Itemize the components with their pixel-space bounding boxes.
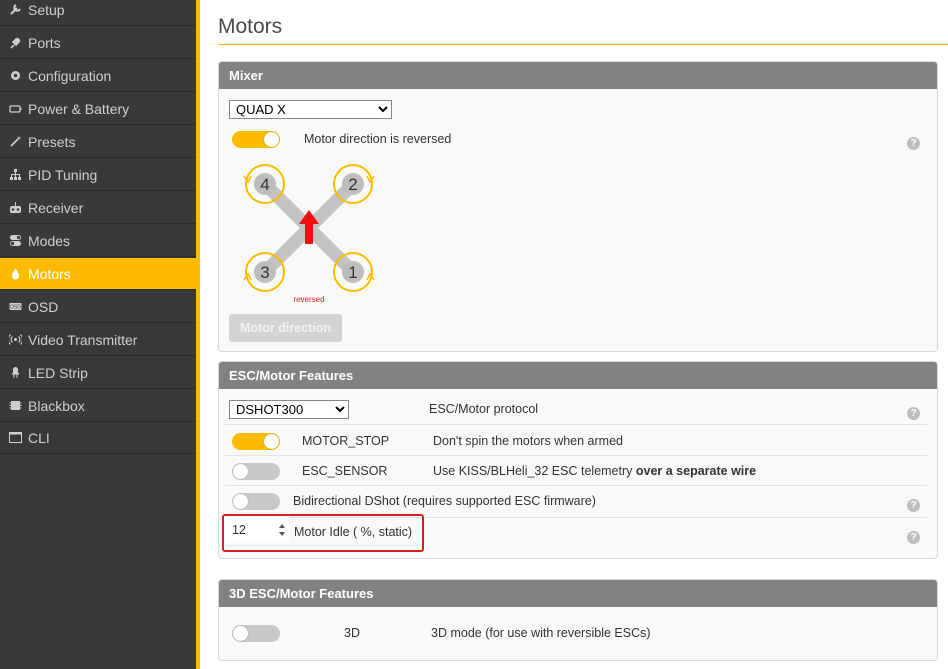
esc-protocol-select[interactable]: DSHOT300 bbox=[229, 400, 349, 419]
sidebar-item-label: Modes bbox=[28, 232, 71, 249]
magic-icon bbox=[8, 135, 22, 149]
motor-stop-description: Don't spin the motors when armed bbox=[433, 434, 623, 448]
esc-3d-heading: 3D ESC/Motor Features bbox=[219, 580, 937, 607]
motor-3-number: 3 bbox=[260, 263, 269, 282]
sidebar-item-label: PID Tuning bbox=[28, 166, 98, 183]
sidebar-accent-edge bbox=[196, 0, 200, 669]
sidebar-item-label: Presets bbox=[28, 133, 76, 150]
title-underline bbox=[218, 44, 948, 45]
reversed-caption: reversed bbox=[293, 295, 324, 304]
esc-sensor-description: Use KISS/BLHeli_32 ESC telemetry over a … bbox=[433, 464, 756, 478]
sidebar-item-blackbox[interactable]: Blackbox bbox=[0, 390, 196, 422]
sidebar-item-osd[interactable]: OSD OSD bbox=[0, 291, 196, 323]
plug-icon bbox=[8, 36, 22, 50]
toggle-icon bbox=[8, 234, 22, 248]
mixer-panel: Mixer QUAD X Motor direction is reversed… bbox=[218, 61, 938, 352]
mixer-type-select[interactable]: QUAD X bbox=[229, 100, 392, 119]
osd-icon: OSD bbox=[8, 300, 22, 314]
sidebar-item-label: Power & Battery bbox=[28, 100, 130, 117]
sidebar-item-label: Motors bbox=[28, 265, 71, 282]
sidebar-item-label: CLI bbox=[28, 429, 50, 446]
row-divider bbox=[225, 485, 927, 486]
sidebar-item-label: OSD bbox=[28, 298, 59, 315]
mode-3d-description: 3D mode (for use with reversible ESCs) bbox=[431, 626, 651, 640]
sidebar-item-pid-tuning[interactable]: PID Tuning bbox=[0, 159, 196, 191]
bidirectional-dshot-toggle[interactable] bbox=[232, 493, 280, 510]
quad-x-diagram: 4 2 3 1 reversed bbox=[243, 164, 375, 304]
sidebar-item-setup[interactable]: Setup bbox=[0, 0, 196, 26]
sidebar-item-motors[interactable]: Motors bbox=[0, 258, 196, 290]
motor-stop-toggle[interactable] bbox=[232, 433, 280, 450]
row-divider bbox=[225, 424, 927, 425]
esc-features-heading: ESC/Motor Features bbox=[219, 362, 937, 389]
motor-direction-button[interactable]: Motor direction bbox=[229, 314, 342, 342]
terminal-icon bbox=[8, 431, 22, 445]
motor-idle-highlight bbox=[222, 514, 424, 552]
mode-3d-name: 3D bbox=[344, 626, 360, 640]
motor-icon bbox=[8, 267, 22, 281]
antenna-icon bbox=[8, 333, 22, 347]
sidebar-item-label: Video Transmitter bbox=[28, 331, 138, 348]
sidebar-item-cli[interactable]: CLI bbox=[0, 422, 196, 454]
sidebar-item-label: Setup bbox=[28, 1, 65, 18]
sidebar-item-power-battery[interactable]: Power & Battery bbox=[0, 93, 196, 125]
motor-stop-name: MOTOR_STOP bbox=[302, 434, 390, 448]
remote-icon bbox=[8, 201, 22, 215]
sidebar-item-modes[interactable]: Modes bbox=[0, 225, 196, 257]
motor-direction-reversed-toggle[interactable] bbox=[232, 131, 280, 148]
mixer-heading: Mixer bbox=[219, 62, 937, 89]
sidebar-item-label: Blackbox bbox=[28, 397, 85, 414]
esc-protocol-help-icon[interactable]: ? bbox=[907, 407, 920, 420]
svg-text:OSD: OSD bbox=[10, 305, 21, 311]
blackbox-icon bbox=[8, 399, 22, 413]
page-title: Motors bbox=[218, 15, 283, 38]
wrench-icon bbox=[8, 3, 22, 17]
sidebar-item-label: Configuration bbox=[28, 67, 112, 84]
sidebar-item-configuration[interactable]: Configuration bbox=[0, 60, 196, 92]
mode-3d-toggle[interactable] bbox=[232, 625, 280, 642]
sidebar-item-led-strip[interactable]: LED Strip bbox=[0, 357, 196, 389]
sidebar-item-label: Ports bbox=[28, 34, 61, 51]
bidirectional-dshot-label: Bidirectional DShot (requires supported … bbox=[293, 494, 596, 508]
row-divider bbox=[225, 455, 927, 456]
gear-icon bbox=[8, 69, 22, 83]
esc-3d-panel: 3D ESC/Motor Features 3D 3D mode (for us… bbox=[218, 579, 938, 661]
sidebar-item-ports[interactable]: Ports bbox=[0, 27, 196, 59]
motor-idle-help-icon[interactable]: ? bbox=[907, 531, 920, 544]
motor-4-number: 4 bbox=[260, 175, 269, 194]
sidebar-item-receiver[interactable]: Receiver bbox=[0, 192, 196, 224]
motor-2-number: 2 bbox=[348, 175, 357, 194]
led-icon bbox=[8, 366, 22, 380]
sidebar-item-label: LED Strip bbox=[28, 364, 88, 381]
mixer-help-icon[interactable]: ? bbox=[907, 137, 920, 150]
sitemap-icon bbox=[8, 168, 22, 182]
sidebar-nav: Setup Ports Configuration Power & Batter… bbox=[0, 0, 196, 669]
motor-1-number: 1 bbox=[348, 263, 357, 282]
esc-sensor-name: ESC_SENSOR bbox=[302, 464, 388, 478]
sidebar-item-presets[interactable]: Presets bbox=[0, 126, 196, 158]
motor-direction-reversed-label: Motor direction is reversed bbox=[304, 132, 452, 146]
bidirectional-dshot-help-icon[interactable]: ? bbox=[907, 499, 920, 512]
sidebar-item-video-transmitter[interactable]: Video Transmitter bbox=[0, 324, 196, 356]
esc-sensor-desc-text: Use KISS/BLHeli_32 ESC telemetry bbox=[433, 464, 636, 478]
esc-sensor-desc-bold: over a separate wire bbox=[635, 464, 757, 478]
esc-protocol-label: ESC/Motor protocol bbox=[429, 402, 539, 416]
sidebar-item-label: Receiver bbox=[28, 199, 84, 216]
battery-icon bbox=[8, 102, 22, 116]
esc-sensor-toggle[interactable] bbox=[232, 463, 280, 480]
